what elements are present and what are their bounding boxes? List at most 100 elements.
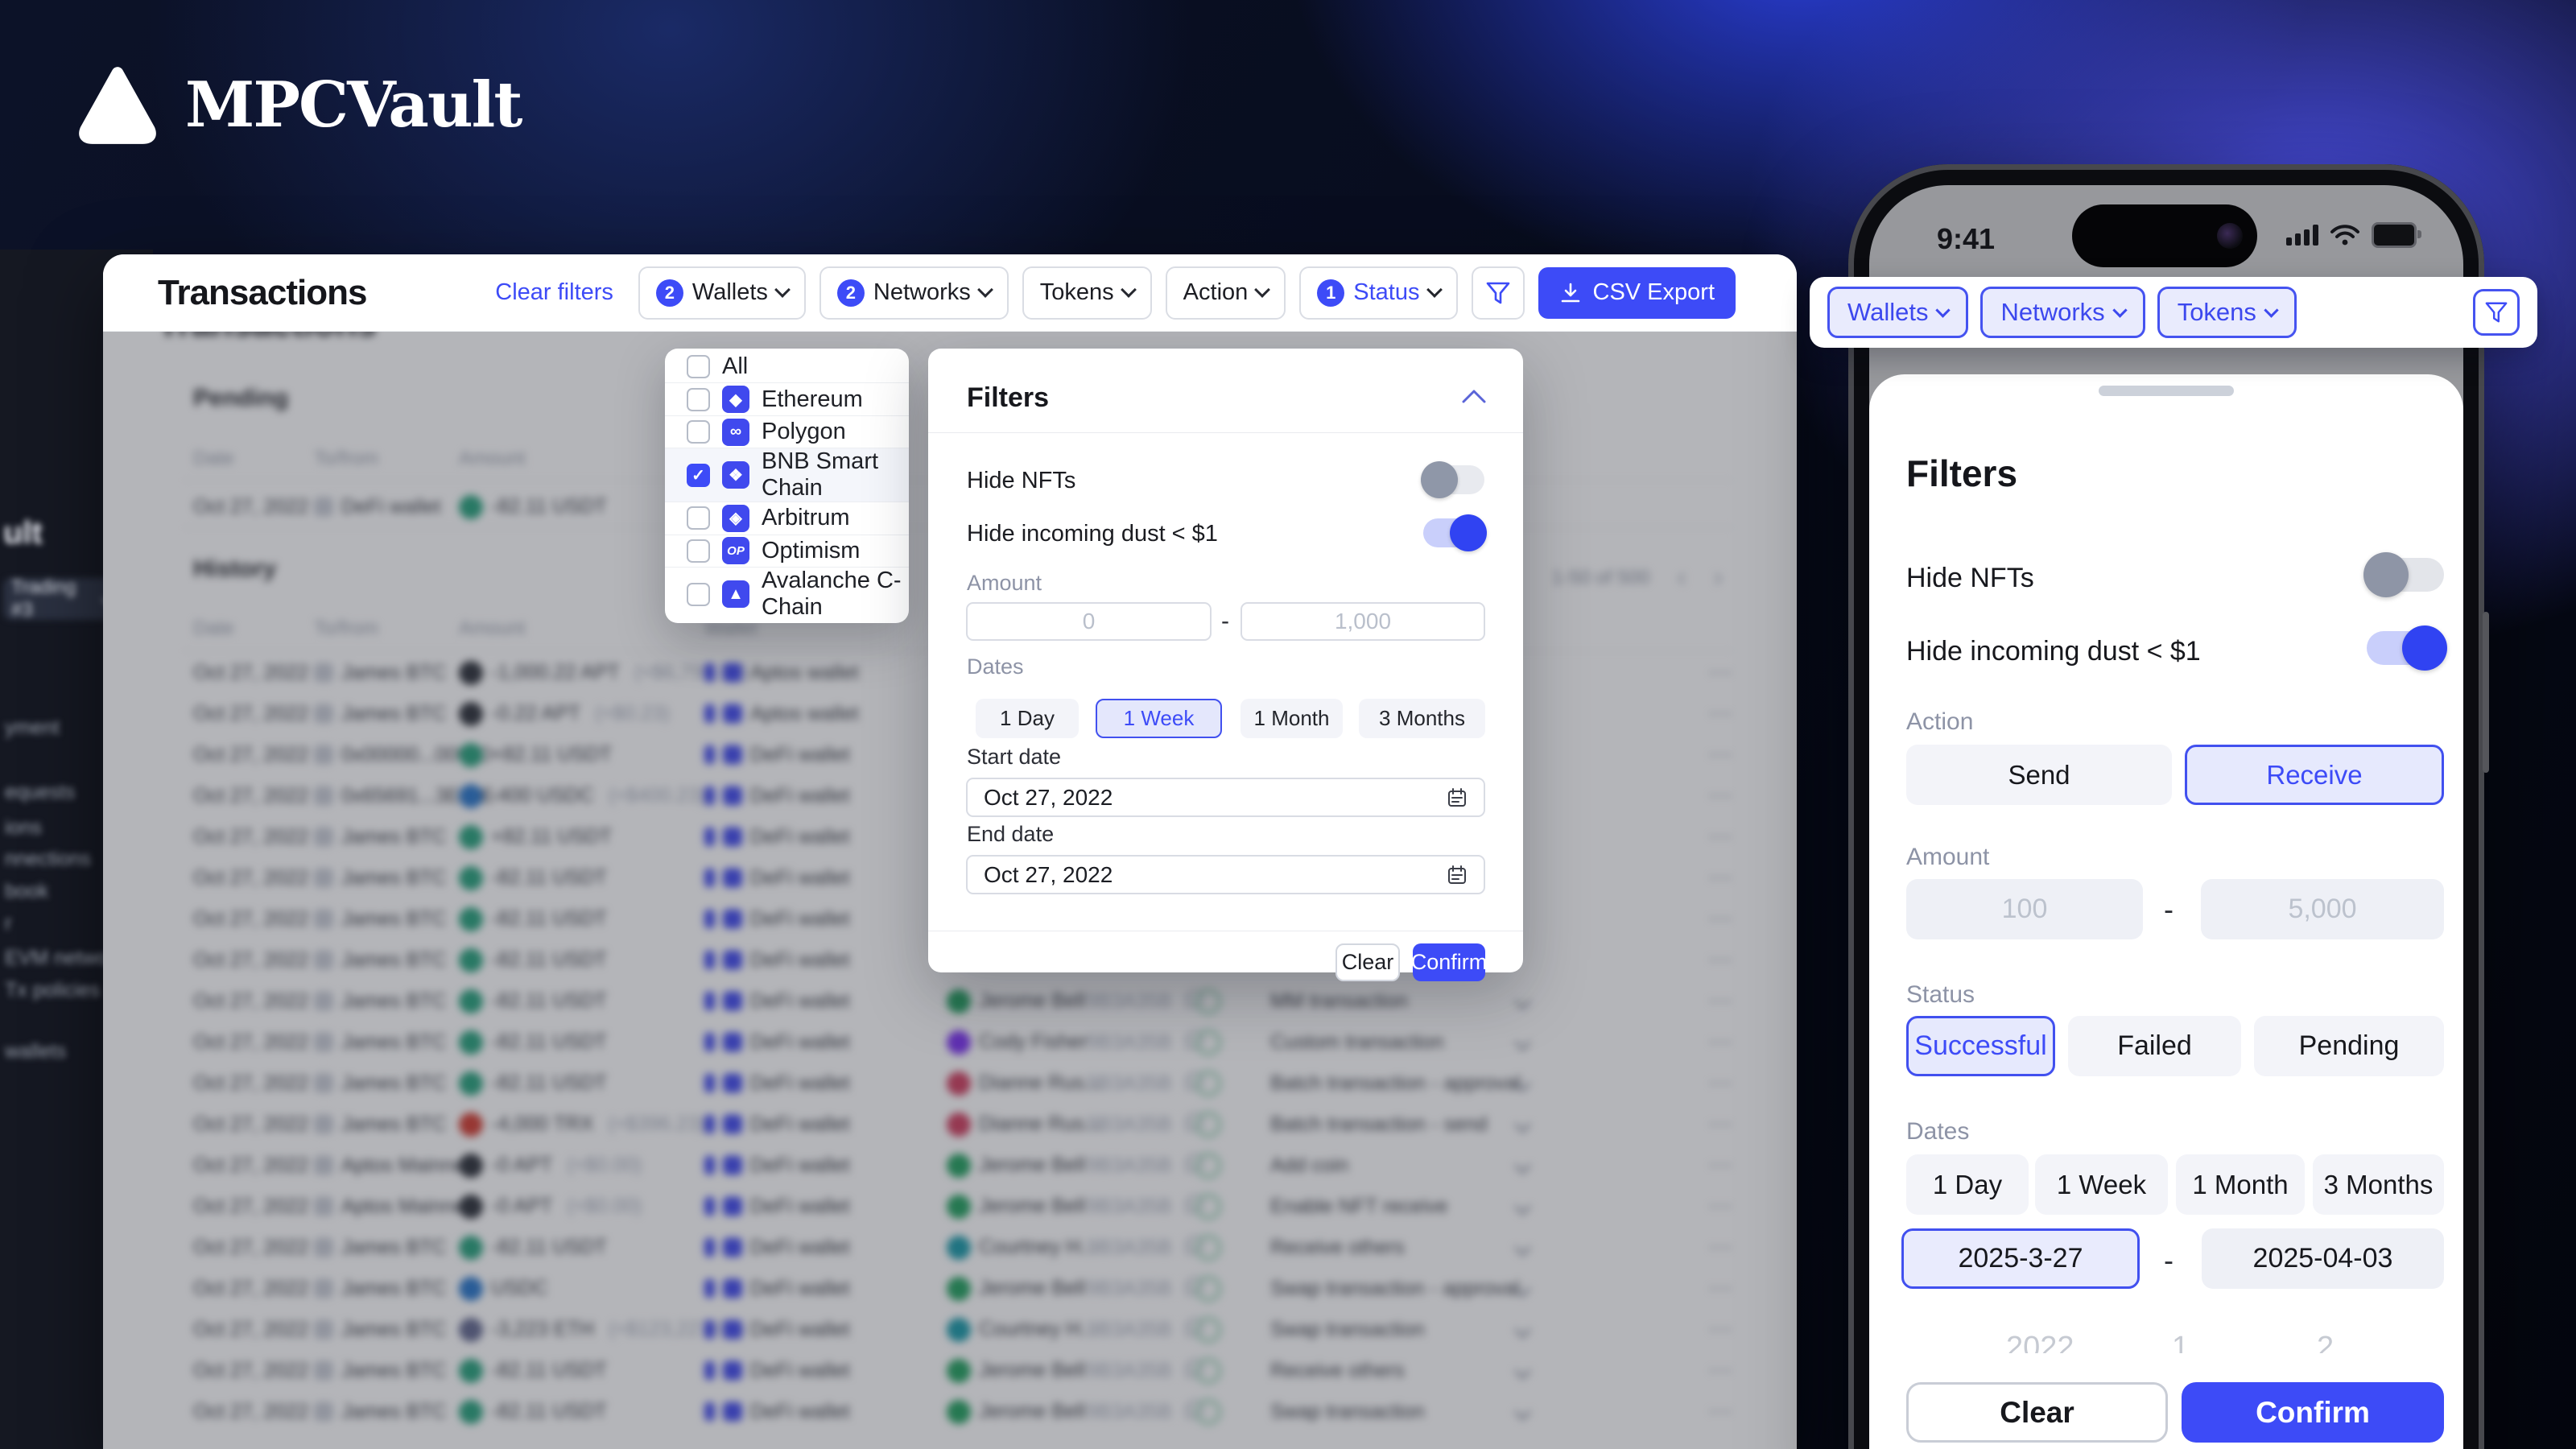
chip-count-badge: 2 bbox=[837, 279, 865, 307]
network-option-arbitrum[interactable]: ◈Arbitrum bbox=[665, 502, 909, 535]
filter-chip-status[interactable]: 1Status bbox=[1299, 266, 1457, 320]
sidebar-item-equests[interactable]: equests bbox=[5, 781, 76, 804]
network-option-label: All bbox=[722, 353, 748, 380]
hide-dust-label: Hide incoming dust < $1 bbox=[967, 521, 1218, 547]
mobile-filter-chip-tokens[interactable]: Tokens bbox=[2157, 287, 2297, 338]
hide-dust-toggle[interactable] bbox=[1423, 518, 1484, 547]
phone-power-button bbox=[2483, 612, 2489, 773]
filter-funnel-button[interactable] bbox=[1472, 266, 1525, 320]
network-option-ethereum[interactable]: ◆Ethereum bbox=[665, 383, 909, 415]
network-option-all[interactable]: All bbox=[665, 351, 909, 383]
hide-nfts-toggle[interactable] bbox=[2367, 558, 2444, 592]
date-preset-1-month[interactable]: 1 Month bbox=[2176, 1154, 2305, 1215]
checkbox[interactable] bbox=[687, 388, 710, 411]
sheet-clear-button[interactable]: Clear bbox=[1906, 1382, 2168, 1443]
amount-max-input[interactable]: 5,000 bbox=[2201, 879, 2444, 939]
start-date-input[interactable]: Oct 27, 2022 bbox=[966, 778, 1485, 817]
start-date-input[interactable]: 2025-3-27 bbox=[1901, 1228, 2140, 1289]
wifi-icon bbox=[2330, 224, 2360, 246]
date-picker-wheel: 202212 bbox=[1906, 1331, 2444, 1353]
end-date-input[interactable]: 2025-04-03 bbox=[2202, 1228, 2444, 1289]
end-date-input[interactable]: Oct 27, 2022 bbox=[966, 855, 1485, 894]
hide-nfts-toggle[interactable] bbox=[1423, 465, 1484, 494]
picker-wheel-value: 2022 bbox=[2006, 1331, 2074, 1353]
filter-chip-networks[interactable]: 2Networks bbox=[819, 266, 1009, 320]
chevron-down-icon bbox=[1426, 282, 1443, 298]
sidebar-item-book[interactable]: book bbox=[5, 880, 48, 903]
network-option-bnb-smart-chain[interactable]: ✓❖BNB Smart Chain bbox=[665, 448, 909, 502]
chevron-down-icon bbox=[1121, 282, 1137, 298]
optimism-icon: OP bbox=[722, 537, 749, 564]
toggle-knob bbox=[2363, 552, 2409, 597]
hide-dust-toggle[interactable] bbox=[2367, 631, 2444, 665]
action-option-receive[interactable]: Receive bbox=[2185, 745, 2444, 805]
date-preset-1-month[interactable]: 1 Month bbox=[1241, 699, 1343, 738]
checkbox[interactable] bbox=[687, 355, 710, 378]
amount-min-input[interactable]: 100 bbox=[1906, 879, 2143, 939]
network-option-label: Optimism bbox=[762, 538, 860, 564]
status-bar-time: 9:41 bbox=[1937, 222, 1995, 256]
toggle-knob bbox=[1450, 514, 1487, 551]
end-date-value: Oct 27, 2022 bbox=[984, 862, 1113, 888]
amount-max-input[interactable] bbox=[1241, 602, 1485, 641]
action-option-send[interactable]: Send bbox=[1906, 745, 2172, 805]
amount-min-input[interactable] bbox=[966, 602, 1212, 641]
sidebar-item-ions[interactable]: ions bbox=[5, 816, 42, 840]
date-preset-3-months[interactable]: 3 Months bbox=[1359, 699, 1485, 738]
status-option-pending[interactable]: Pending bbox=[2254, 1016, 2444, 1076]
network-option-avalanche-c-chain[interactable]: ▲Avalanche C-Chain bbox=[665, 568, 909, 621]
sidebar-item-wallets[interactable]: wallets bbox=[5, 1040, 66, 1063]
sheet-grabber[interactable] bbox=[2099, 386, 2234, 396]
date-preset-1-day[interactable]: 1 Day bbox=[1906, 1154, 2029, 1215]
filters-modal: Filters Hide NFTs Hide incoming dust < $… bbox=[928, 349, 1523, 972]
status-option-failed[interactable]: Failed bbox=[2068, 1016, 2241, 1076]
date-range-separator: - bbox=[2164, 1244, 2174, 1278]
mobile-filter-chip-wallets[interactable]: Wallets bbox=[1827, 287, 1968, 338]
checkbox[interactable] bbox=[687, 539, 710, 563]
checkbox[interactable] bbox=[687, 420, 710, 444]
chip-count-badge: 1 bbox=[1317, 279, 1344, 307]
mobile-filters-sheet: Filters Hide NFTs Hide incoming dust < $… bbox=[1869, 374, 2463, 1449]
bnb-icon: ❖ bbox=[722, 461, 749, 489]
chevron-down-icon bbox=[2264, 303, 2278, 317]
modal-clear-button[interactable]: Clear bbox=[1335, 943, 1400, 981]
clear-filters-link[interactable]: Clear filters bbox=[495, 279, 613, 306]
brand-logo: MPCVault bbox=[71, 63, 521, 147]
dates-label: Dates bbox=[1906, 1118, 1969, 1146]
sheet-confirm-button[interactable]: Confirm bbox=[2182, 1382, 2444, 1443]
status-option-successful[interactable]: Successful bbox=[1906, 1016, 2055, 1076]
workspace-selector[interactable]: Trading #3 bbox=[3, 578, 114, 620]
calendar-icon bbox=[1447, 865, 1468, 886]
start-date-value: Oct 27, 2022 bbox=[984, 785, 1113, 811]
date-preset-1-week[interactable]: 1 Week bbox=[1096, 699, 1222, 738]
date-preset-1-day[interactable]: 1 Day bbox=[976, 699, 1079, 738]
mobile-funnel-button[interactable] bbox=[2473, 289, 2520, 336]
modal-confirm-button[interactable]: Confirm bbox=[1413, 943, 1485, 981]
sidebar-item-tx-policies[interactable]: Tx policies bbox=[5, 979, 100, 1002]
sidebar-item-yment[interactable]: yment bbox=[5, 716, 60, 740]
date-preset-1-week[interactable]: 1 Week bbox=[2035, 1154, 2168, 1215]
sidebar-item-r[interactable]: r bbox=[5, 912, 11, 935]
network-option-optimism[interactable]: OP Optimism bbox=[665, 535, 909, 568]
download-icon bbox=[1559, 282, 1582, 304]
checkbox-checked[interactable]: ✓ bbox=[687, 464, 710, 487]
mobile-filter-bar: WalletsNetworksTokens bbox=[1810, 277, 2537, 348]
toggle-knob bbox=[2402, 625, 2447, 671]
chevron-down-icon bbox=[977, 282, 993, 298]
collapse-button[interactable] bbox=[1460, 387, 1488, 405]
date-preset-3-months[interactable]: 3 Months bbox=[2313, 1154, 2444, 1215]
filter-chip-wallets[interactable]: 2Wallets bbox=[638, 266, 806, 320]
hide-nfts-label: Hide NFTs bbox=[1906, 563, 2034, 594]
csv-export-button[interactable]: CSV Export bbox=[1538, 267, 1736, 319]
filter-chip-tokens[interactable]: Tokens bbox=[1022, 266, 1152, 320]
mobile-filter-chip-networks[interactable]: Networks bbox=[1980, 287, 2145, 338]
battery-icon bbox=[2372, 222, 2417, 248]
checkbox[interactable] bbox=[687, 583, 710, 606]
chip-label: Tokens bbox=[1040, 279, 1114, 306]
end-date-value: 2025-04-03 bbox=[2253, 1243, 2393, 1274]
network-option-polygon[interactable]: ∞Polygon bbox=[665, 416, 909, 448]
checkbox[interactable] bbox=[687, 506, 710, 530]
status-bar-icons bbox=[2286, 222, 2417, 248]
filter-chip-action[interactable]: Action bbox=[1166, 266, 1286, 320]
sidebar-item-nnections[interactable]: nnections bbox=[5, 848, 91, 871]
